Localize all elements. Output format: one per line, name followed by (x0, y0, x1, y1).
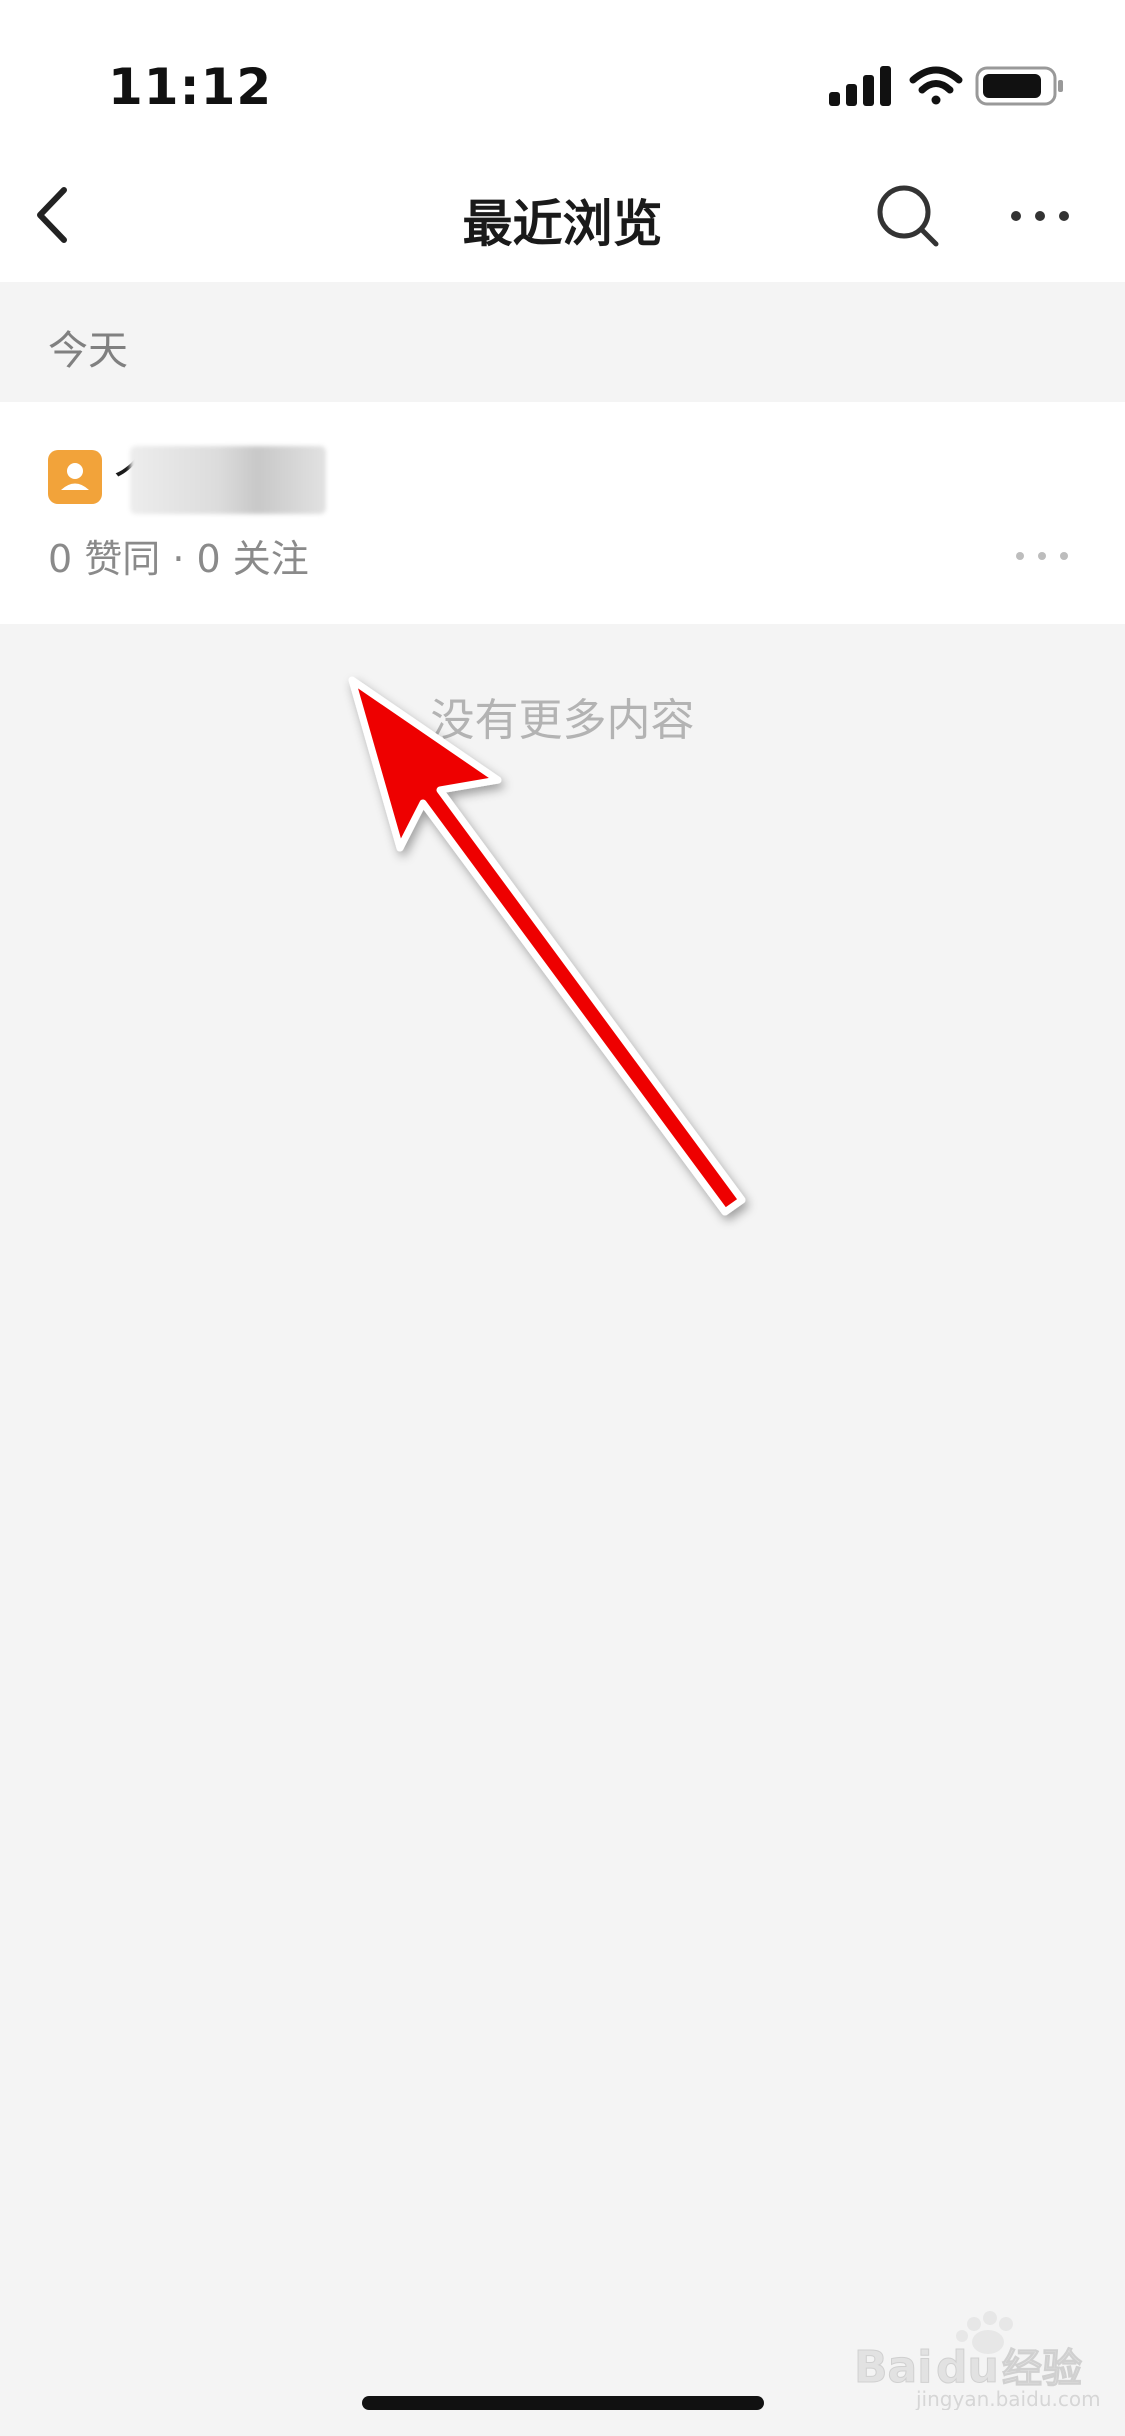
section-header: 今天 (0, 282, 1125, 402)
svg-text:经验: 经验 (1002, 2346, 1082, 2392)
svg-text:jingyan.baidu.com: jingyan.baidu.com (915, 2387, 1101, 2410)
page-title: 最近浏览 (462, 195, 663, 253)
svg-text:du: du (936, 2342, 999, 2393)
nav-bar: 最近浏览 (0, 150, 1125, 282)
blurred-title-redaction (130, 446, 326, 514)
baidu-jingyan-watermark: Bai du 经验 jingyan.baidu.com (852, 2310, 1122, 2411)
search-icon[interactable] (872, 180, 944, 252)
avatar (48, 450, 102, 504)
status-time: 11:12 (108, 58, 273, 116)
ellipsis-icon[interactable] (1004, 190, 1076, 242)
end-of-list-message: 没有更多内容 (430, 695, 695, 746)
cellular-signal-icon (829, 66, 891, 106)
item-more-icon[interactable] (1012, 546, 1072, 566)
history-list-item[interactable]: 个 0 赞同 · 0 关注 (0, 402, 1125, 624)
section-label-today: 今天 (48, 328, 128, 374)
status-icons (829, 62, 1069, 110)
home-indicator[interactable] (362, 2396, 764, 2410)
user-icon (61, 463, 89, 490)
item-meta: 0 赞同 · 0 关注 (48, 537, 309, 581)
wifi-icon (909, 66, 963, 105)
svg-text:Bai: Bai (854, 2342, 932, 2393)
battery-icon (975, 66, 1063, 106)
status-bar: 11:12 (0, 0, 1125, 150)
